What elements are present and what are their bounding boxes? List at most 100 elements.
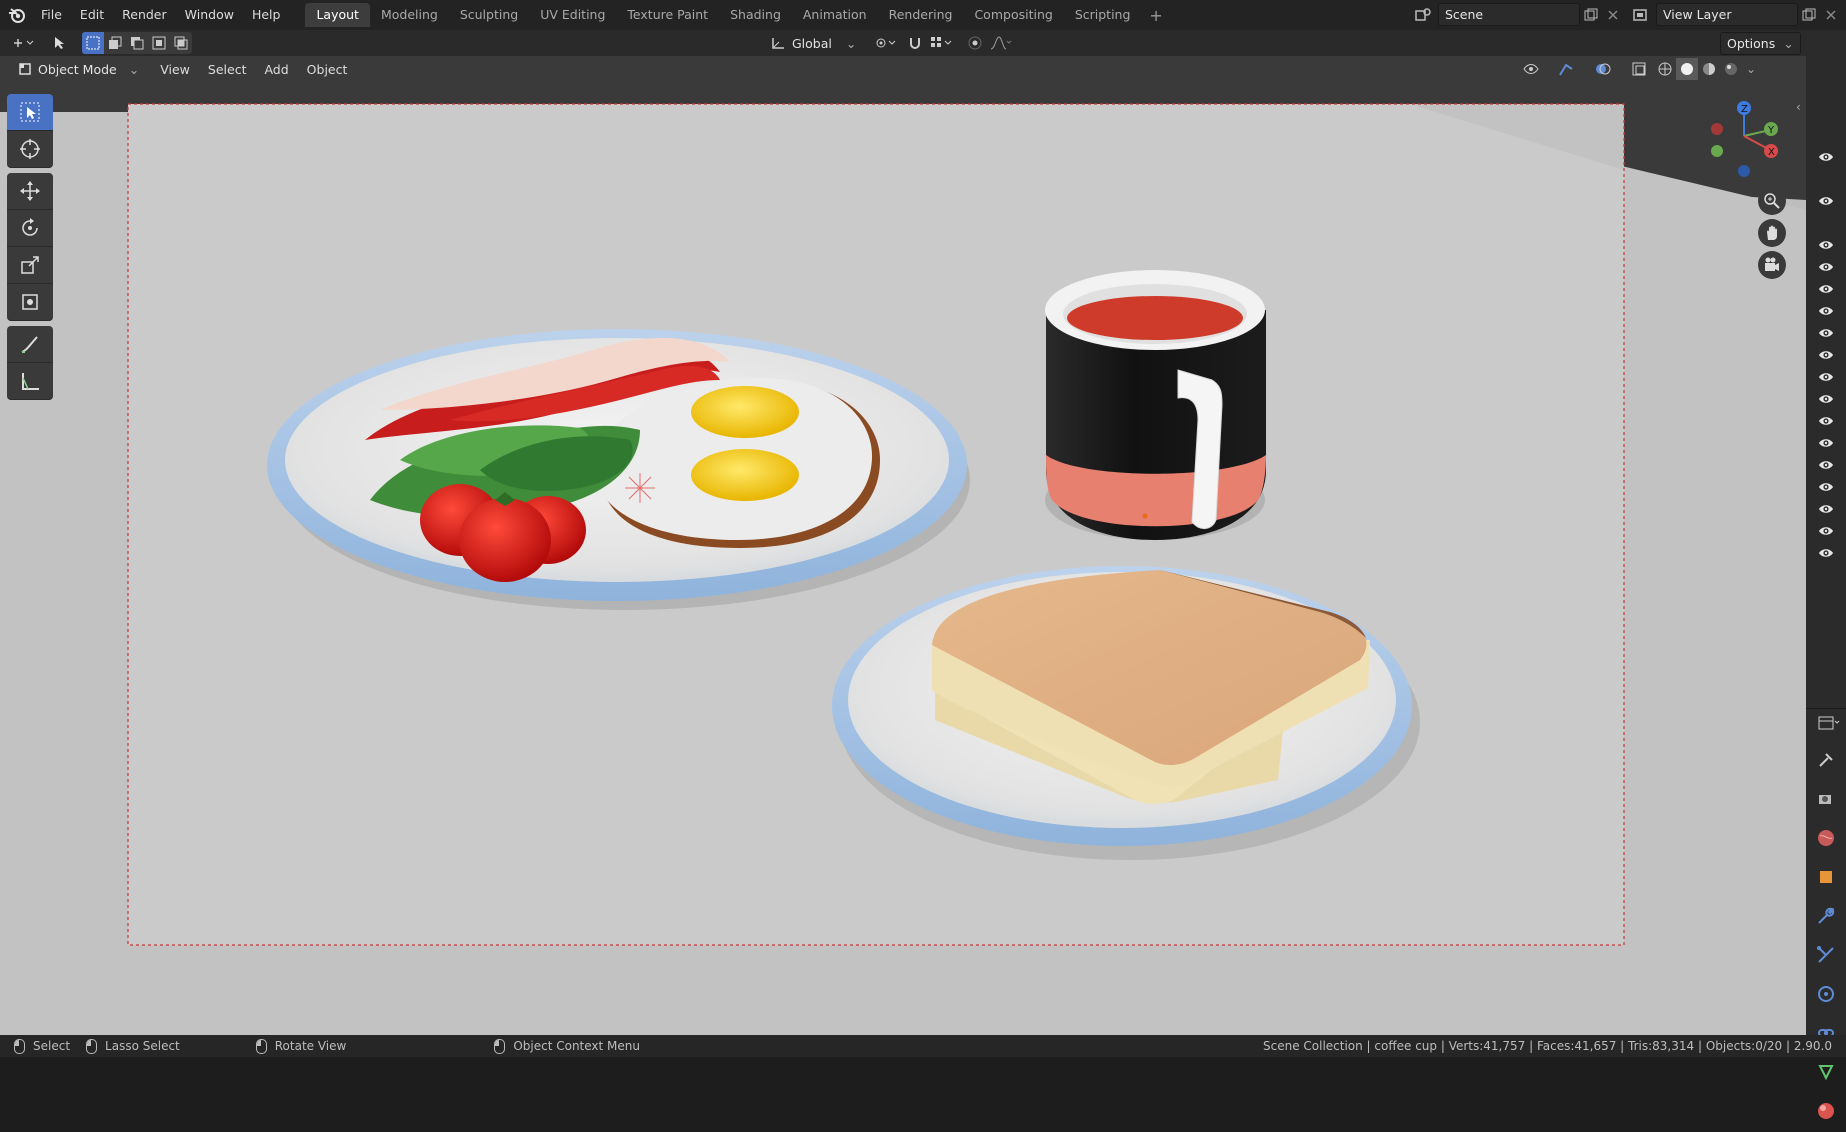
data-properties-icon[interactable] <box>1814 1060 1838 1084</box>
select-box-tool-icon[interactable] <box>7 94 53 131</box>
view-layer-icon[interactable] <box>1630 4 1652 26</box>
pivot-point-icon[interactable] <box>870 32 900 54</box>
visibility-eye-icon[interactable] <box>1818 501 1834 517</box>
menu-render[interactable]: Render <box>113 0 176 30</box>
menu-object[interactable]: Object <box>298 62 357 77</box>
visibility-selectability-icon[interactable] <box>1518 58 1548 80</box>
options-dropdown[interactable]: Options ⌄ <box>1720 31 1801 55</box>
menu-view[interactable]: View <box>151 62 199 77</box>
visibility-eye-icon[interactable] <box>1818 237 1834 253</box>
measure-tool-icon[interactable] <box>7 363 53 400</box>
menu-file[interactable]: File <box>32 0 71 30</box>
transform-orientation-dropdown[interactable]: Global ⌄ <box>764 36 862 51</box>
select-extend-icon[interactable] <box>104 32 126 54</box>
tab-scripting[interactable]: Scripting <box>1064 3 1142 27</box>
select-intersect-icon[interactable] <box>170 32 192 54</box>
workspace-tabs: Layout Modeling Sculpting UV Editing Tex… <box>305 3 1170 27</box>
select-subtract-icon[interactable] <box>126 32 148 54</box>
visibility-eye-icon[interactable] <box>1818 325 1834 341</box>
modifier-properties-icon[interactable] <box>1814 904 1838 928</box>
egg-yolk-1 <box>691 386 799 438</box>
move-tool-icon[interactable] <box>7 173 53 210</box>
visibility-eye-icon[interactable] <box>1818 545 1834 561</box>
editor-type-icon[interactable] <box>8 32 38 54</box>
material-properties-icon[interactable] <box>1814 1099 1838 1123</box>
navigation-gizmo[interactable]: Z Y X <box>1700 96 1790 186</box>
visibility-eye-icon[interactable] <box>1818 281 1834 297</box>
visibility-eye-icon[interactable] <box>1818 369 1834 385</box>
properties-editor-type-icon[interactable] <box>1814 712 1844 734</box>
shading-options-chevron-icon[interactable]: ⌄ <box>1746 62 1756 76</box>
view-layer-name-field[interactable]: View Layer <box>1656 3 1798 26</box>
chevron-down-icon: ⌄ <box>1783 35 1794 51</box>
visibility-eye-icon[interactable] <box>1818 347 1834 363</box>
cursor-tool-icon[interactable] <box>7 131 53 168</box>
zoom-view-icon[interactable] <box>1758 187 1786 215</box>
select-difference-icon[interactable] <box>148 32 170 54</box>
select-new-icon[interactable] <box>82 32 104 54</box>
blender-logo-icon[interactable] <box>8 6 26 24</box>
tab-modeling[interactable]: Modeling <box>370 3 449 27</box>
object-properties-icon[interactable] <box>1814 865 1838 889</box>
new-scene-icon[interactable] <box>1580 4 1602 26</box>
tab-animation[interactable]: Animation <box>792 3 878 27</box>
tab-uv-editing[interactable]: UV Editing <box>529 3 616 27</box>
visibility-eye-icon[interactable] <box>1818 479 1834 495</box>
collapse-sidebar-chevron-icon[interactable]: ‹ <box>1796 100 1801 114</box>
scale-tool-icon[interactable] <box>7 247 53 284</box>
render-properties-icon[interactable] <box>1814 787 1838 811</box>
camera-view-icon[interactable] <box>1758 251 1786 279</box>
scene-name-field[interactable]: Scene <box>1438 3 1580 26</box>
mode-dropdown[interactable]: Object Mode ⌄ <box>12 62 145 77</box>
visibility-eye-icon[interactable] <box>1818 413 1834 429</box>
gizmo-toggle-icon[interactable] <box>1554 58 1584 80</box>
particle-properties-icon[interactable] <box>1814 943 1838 967</box>
snap-target-icon[interactable] <box>926 32 956 54</box>
rotate-tool-icon[interactable] <box>7 210 53 247</box>
tab-compositing[interactable]: Compositing <box>963 3 1063 27</box>
menu-window[interactable]: Window <box>176 0 243 30</box>
transform-settings: Global ⌄ <box>764 32 1016 54</box>
tab-layout[interactable]: Layout <box>305 3 370 27</box>
visibility-eye-icon[interactable] <box>1818 193 1834 209</box>
visibility-eye-icon[interactable] <box>1818 259 1834 275</box>
tool-properties-icon[interactable] <box>1814 748 1838 772</box>
menu-select[interactable]: Select <box>199 62 256 77</box>
tomato-3 <box>459 498 551 582</box>
proportional-edit-icon[interactable] <box>964 32 986 54</box>
pan-view-hand-icon[interactable] <box>1758 219 1786 247</box>
menu-edit[interactable]: Edit <box>71 0 113 30</box>
visibility-eye-icon[interactable] <box>1818 457 1834 473</box>
menu-help[interactable]: Help <box>243 0 290 30</box>
visibility-eye-icon[interactable] <box>1818 303 1834 319</box>
new-view-layer-icon[interactable] <box>1798 4 1820 26</box>
tab-shading[interactable]: Shading <box>719 3 792 27</box>
visibility-eye-icon[interactable] <box>1818 391 1834 407</box>
physics-properties-icon[interactable] <box>1814 982 1838 1006</box>
active-tool-icon[interactable] <box>48 32 70 54</box>
visibility-eye-icon[interactable] <box>1818 435 1834 451</box>
wireframe-shading-icon[interactable] <box>1654 58 1676 80</box>
scene-icon[interactable] <box>1412 4 1434 26</box>
delete-scene-icon[interactable] <box>1602 4 1624 26</box>
visibility-eye-icon[interactable] <box>1818 149 1834 165</box>
xray-toggle-icon[interactable] <box>1628 58 1650 80</box>
material-preview-icon[interactable] <box>1698 58 1720 80</box>
delete-view-layer-icon[interactable] <box>1820 4 1842 26</box>
rendered-shading-icon[interactable] <box>1720 58 1742 80</box>
visibility-eye-icon[interactable] <box>1818 523 1834 539</box>
falloff-icon[interactable] <box>986 32 1016 54</box>
3d-viewport[interactable] <box>0 56 1806 1035</box>
overlays-toggle-icon[interactable] <box>1590 58 1620 80</box>
world-properties-icon[interactable] <box>1814 826 1838 850</box>
scene-statistics: Scene Collection | coffee cup | Verts:41… <box>1262 1039 1832 1053</box>
add-workspace-button[interactable]: + <box>1141 6 1170 25</box>
tab-sculpting[interactable]: Sculpting <box>449 3 529 27</box>
transform-tool-icon[interactable] <box>7 284 53 321</box>
annotate-tool-icon[interactable] <box>7 326 53 363</box>
tab-rendering[interactable]: Rendering <box>878 3 964 27</box>
solid-shading-icon[interactable] <box>1676 58 1698 80</box>
tab-texture-paint[interactable]: Texture Paint <box>616 3 719 27</box>
snap-toggle-icon[interactable] <box>904 32 926 54</box>
menu-add[interactable]: Add <box>255 62 297 77</box>
